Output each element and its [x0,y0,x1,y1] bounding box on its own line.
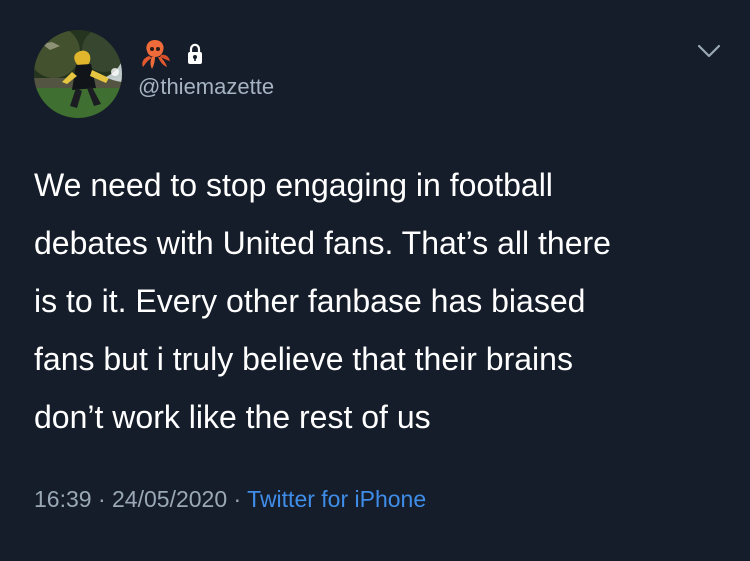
tweet-time[interactable]: 16:39 [34,486,92,512]
tweet-date[interactable]: 24/05/2020 [112,486,227,512]
avatar-photo [34,30,122,118]
tweet-text-line: fans but i truly believe that their brai… [34,341,573,377]
tweet-metadata: 16:39 · 24/05/2020 · Twitter for iPhone [34,482,426,516]
tweet-text-line: is to it. Every other fanbase has biased [34,283,586,319]
tweet-text: We need to stop engaging in football deb… [34,156,724,446]
tweet-source-link[interactable]: Twitter for iPhone [247,486,426,512]
tweet-text-line: don’t work like the rest of us [34,399,431,435]
meta-separator: · [227,486,248,512]
chevron-down-icon[interactable] [694,36,724,66]
tweet-text-line: We need to stop engaging in football [34,167,553,203]
display-name-row [138,38,204,70]
avatar[interactable] [34,30,122,118]
tweet-card: @thiemazette We need to stop engaging in… [0,0,750,561]
user-handle[interactable]: @thiemazette [138,72,274,102]
squid-emoji-icon [142,40,170,69]
tweet-text-line: debates with United fans. That’s all the… [34,225,611,261]
lock-icon [188,43,202,64]
meta-separator: · [91,486,113,512]
